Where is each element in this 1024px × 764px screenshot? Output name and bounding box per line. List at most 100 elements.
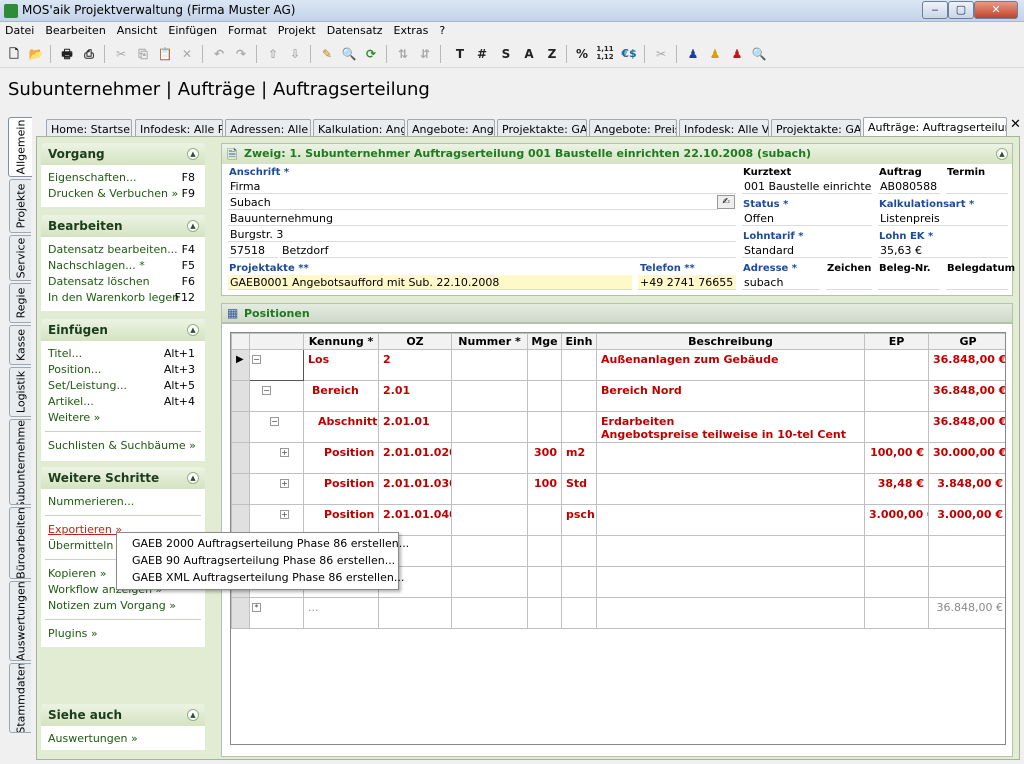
vtab-projekte[interactable]: Projekte xyxy=(9,179,31,233)
delete-icon[interactable]: ✕ xyxy=(178,45,196,63)
minimize-button[interactable]: ‒ xyxy=(922,1,948,19)
cell-ep[interactable]: 3.000,00 € xyxy=(864,504,929,536)
cell-einh[interactable]: psch xyxy=(561,504,597,536)
table-row[interactable]: + Position 2.01.01.030 100 Std 38,48 € 3… xyxy=(231,473,1005,505)
tab-infodesk-1[interactable]: Infodesk: Alle Pr xyxy=(135,119,223,137)
link-notizen[interactable]: Notizen zum Vorgang » xyxy=(48,599,176,612)
cell-beschreibung[interactable] xyxy=(596,504,865,536)
cell-gp[interactable]: 36.848,00 € xyxy=(928,349,1005,381)
cell-beschreibung[interactable]: Außenanlagen zum Gebäude xyxy=(596,349,865,381)
cell-kennung[interactable]: Position xyxy=(303,504,379,536)
col-nummer[interactable]: Nummer * xyxy=(451,333,528,350)
cell-beschreibung[interactable]: Bereich Nord xyxy=(596,380,865,412)
link-kopieren[interactable]: Kopieren » xyxy=(48,567,106,580)
field-kalkulationsart[interactable]: Listenpreis xyxy=(878,211,1008,226)
field-adresse[interactable]: subach xyxy=(742,275,820,290)
cell-ep[interactable]: 38,48 € xyxy=(864,473,929,505)
vtab-bueroarbeiten[interactable]: Büroarbeiten xyxy=(9,507,31,579)
field-plz[interactable]: 57518 xyxy=(228,243,278,258)
menu-datensatz[interactable]: Datensatz xyxy=(322,22,389,37)
menu-item-gaeb-xml[interactable]: GAEB XML Auftragserteilung Phase 86 erst… xyxy=(132,571,404,584)
collapse-chevron-icon[interactable]: ▲ xyxy=(187,472,199,484)
menu-projekt[interactable]: Projekt xyxy=(273,22,322,37)
tab-projektakte-1[interactable]: Projektakte: GAE xyxy=(497,119,587,137)
link-plugins[interactable]: Plugins » xyxy=(48,627,98,640)
link-artikel[interactable]: Artikel... xyxy=(48,395,94,408)
field-telefon[interactable]: +49 2741 76655 xyxy=(638,275,736,290)
redo-icon[interactable]: ↷ xyxy=(232,45,250,63)
tree-cell[interactable]: + xyxy=(249,473,304,505)
menu-format[interactable]: Format xyxy=(223,22,273,37)
cell-gp[interactable]: 30.000,00 € xyxy=(928,442,1005,474)
cell-gp[interactable]: 3.000,00 € xyxy=(928,504,1005,536)
section-weitere-schritte-header[interactable]: Weitere Schritte ▲ xyxy=(41,467,205,489)
copy-icon[interactable]: ⎘ xyxy=(134,45,152,63)
menu-item-gaeb-90[interactable]: GAEB 90 Auftragserteilung Phase 86 erste… xyxy=(132,554,395,567)
link-nummerieren[interactable]: Nummerieren... xyxy=(48,495,134,508)
close-tab-icon[interactable]: ✕ xyxy=(1010,117,1021,132)
cell-einh[interactable] xyxy=(561,349,597,381)
cell-ep[interactable]: 100,00 € xyxy=(864,442,929,474)
field-anschrift-3[interactable]: Bauunternehmung xyxy=(228,211,736,226)
link-titel[interactable]: Titel... xyxy=(48,347,82,360)
cell-ep[interactable] xyxy=(864,411,929,443)
link-weitere[interactable]: Weitere » xyxy=(48,411,100,424)
col-oz[interactable]: OZ xyxy=(378,333,452,350)
cell-oz[interactable]: 2.01 xyxy=(378,380,452,412)
section-einfuegen-header[interactable]: Einfügen ▲ xyxy=(41,319,205,341)
tab-adressen[interactable]: Adressen: Alle A xyxy=(225,119,311,137)
field-beleg-nr[interactable] xyxy=(878,275,940,290)
col-kennung[interactable]: Kennung * xyxy=(303,333,379,350)
cell-gp[interactable]: 36.848,00 € xyxy=(928,411,1005,443)
tree-cell[interactable]: + xyxy=(249,442,304,474)
tab-angebote-2[interactable]: Angebote: Preis xyxy=(589,119,677,137)
link-warenkorb[interactable]: In den Warenkorb legen xyxy=(48,291,179,304)
cell-kennung[interactable]: Los xyxy=(303,349,379,381)
link-uebermitteln[interactable]: Übermitteln » xyxy=(48,539,124,552)
field-kurztext[interactable]: 001 Baustelle einrichten xyxy=(742,179,872,194)
sort-ascending-icon[interactable]: ⇅ xyxy=(394,45,412,63)
cell-nummer[interactable] xyxy=(451,473,528,505)
expand-node-icon[interactable]: + xyxy=(280,479,289,488)
section-bearbeiten-header[interactable]: Bearbeiten ▲ xyxy=(41,215,205,237)
user-blue-icon[interactable]: ♟ xyxy=(684,45,702,63)
tree-cell[interactable]: − xyxy=(249,411,304,443)
table-row[interactable]: − Abschnitt 2.01.01 Erdarbeiten Angebotsp… xyxy=(231,411,1005,443)
collapse-chevron-icon[interactable]: ▲ xyxy=(187,324,199,336)
tools-icon[interactable]: ✂ xyxy=(652,45,670,63)
cell-mge[interactable] xyxy=(527,380,562,412)
field-anschrift-2[interactable]: Subach xyxy=(228,195,718,210)
user-red-icon[interactable]: ♟ xyxy=(728,45,746,63)
cell-gp[interactable]: 3.848,00 € xyxy=(928,473,1005,505)
cell-beschreibung[interactable] xyxy=(596,473,865,505)
menu-bearbeiten[interactable]: Bearbeiten xyxy=(40,22,111,37)
link-drucken-verbuchen[interactable]: Drucken & Verbuchen » xyxy=(48,187,178,200)
tree-cell[interactable]: + xyxy=(249,504,304,536)
cell-einh[interactable] xyxy=(561,411,597,443)
a-format-button[interactable]: A xyxy=(520,45,538,63)
tab-projektakte-2[interactable]: Projektakte: GAE xyxy=(771,119,861,137)
print-icon[interactable]: 🖶 xyxy=(58,45,76,63)
cell-nummer[interactable] xyxy=(451,380,528,412)
cell-nummer[interactable] xyxy=(451,411,528,443)
section-siehe-auch-header[interactable]: Siehe auch ▲ xyxy=(41,704,205,726)
cell-mge[interactable]: 300 xyxy=(527,442,562,474)
number-format-button[interactable]: # xyxy=(473,45,491,63)
collapse-node-icon[interactable]: − xyxy=(262,386,271,395)
user-lock-icon[interactable]: ♟ xyxy=(706,45,724,63)
cell-kennung[interactable]: Position xyxy=(303,473,379,505)
field-projektakte[interactable]: GAEB0001 Angebotsaufford mit Sub. 22.10.… xyxy=(228,275,632,290)
cell-ep[interactable] xyxy=(864,349,929,381)
tree-cell[interactable]: − xyxy=(249,349,304,381)
cell-einh[interactable]: Std xyxy=(561,473,597,505)
cell-oz[interactable]: 2.01.01 xyxy=(378,411,452,443)
edit-pencil-icon[interactable]: ✎ xyxy=(318,45,336,63)
tab-auftragserteilung[interactable]: Aufträge: Auftragserteilung xyxy=(863,117,1007,137)
cell-beschreibung[interactable]: Erdarbeiten Angebotspreise teilweise in 1… xyxy=(596,411,865,443)
collapse-chevron-icon[interactable]: ▲ xyxy=(187,148,199,160)
collapse-chevron-icon[interactable]: ▲ xyxy=(187,709,199,721)
field-zeichen[interactable] xyxy=(826,275,872,290)
text-format-button[interactable]: T xyxy=(451,45,469,63)
table-row[interactable]: + Position 2.01.01.020 300 m2 100,00 € 3… xyxy=(231,442,1005,474)
col-ep[interactable]: EP xyxy=(864,333,929,350)
